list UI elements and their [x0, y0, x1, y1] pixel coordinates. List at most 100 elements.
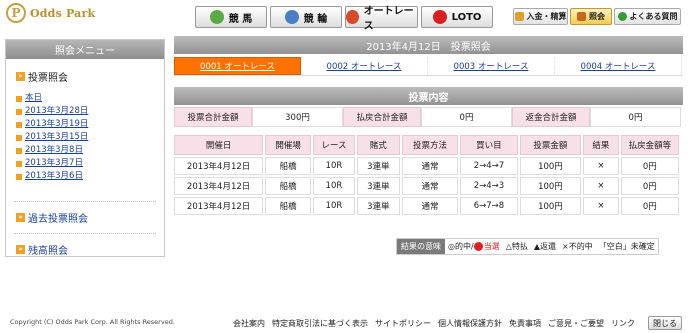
table-cell: 船橋 — [265, 197, 312, 215]
refund-total-value: 0円 — [590, 107, 681, 127]
sidebar-date-item[interactable]: 2013年3月28日 — [16, 105, 164, 118]
table-cell: 2013年4月12日 — [174, 177, 264, 195]
table-header-row: 開催日 開催場 レース 賭式 投票方法 買い目 投票金額 結果 払戻金額等 — [174, 135, 679, 155]
table-cell: 2→4→7 — [460, 157, 518, 175]
legend-special: △特払 — [505, 242, 528, 251]
footer-link-site-policy[interactable]: サイトポリシー — [375, 318, 431, 329]
column-header: 投票金額 — [519, 135, 582, 155]
tab-0002[interactable]: 0002 オートレース — [301, 57, 428, 75]
table-cell: 6→7→8 — [460, 197, 518, 215]
table-cell: 船橋 — [265, 157, 312, 175]
balance-inquiry-link[interactable]: » 残高照会 — [16, 242, 164, 257]
horse-icon — [209, 10, 224, 24]
column-header: 賭式 — [356, 135, 400, 155]
tab-0004[interactable]: 0004 オートレース — [555, 57, 682, 75]
arrow-right-icon: » — [16, 72, 25, 81]
legend-refund: ▲返還 — [533, 242, 556, 251]
table-cell: 通常 — [401, 197, 459, 215]
bullet-icon — [16, 95, 22, 102]
result-legend: 結果の意味 ◎的中/ 当選 △特払 ▲返還 ×不的中 「空白」未確定 — [396, 238, 659, 255]
wallet-icon — [514, 12, 524, 21]
refund-total-label: 返金合計金額 — [512, 107, 590, 127]
table-cell: × — [583, 177, 619, 195]
footer-link-feedback[interactable]: ご意見・ご要望 — [548, 318, 604, 329]
deposit-button[interactable]: 入金・精算 — [513, 8, 568, 25]
bet-total-value: 300円 — [252, 107, 343, 127]
nav-autorace-button[interactable]: オートレース — [345, 6, 418, 32]
table-cell: 0円 — [620, 197, 679, 215]
column-header: レース — [313, 135, 355, 155]
divider — [14, 233, 156, 234]
table-cell: 船橋 — [265, 177, 312, 195]
footer-link-privacy[interactable]: 個人情報保護方針 — [438, 318, 502, 329]
table-row: 2013年4月12日 船橋 10R 3連単 通常 2→4→7 100円 × 0円 — [174, 157, 679, 175]
summary-row: 投票合計金額 300円 払戻合計金額 0円 返金合計金額 0円 — [174, 107, 683, 127]
sidebar-section-title: » 投票照会 — [16, 69, 164, 84]
footer-link-company[interactable]: 会社案内 — [233, 318, 265, 329]
table-cell: 100円 — [519, 157, 582, 175]
table-cell: 100円 — [519, 177, 582, 195]
table-cell: 0円 — [620, 177, 679, 195]
main-nav: 競 馬 競 輪 オートレース LOTO — [195, 6, 496, 32]
tab-0001[interactable]: 0001 オートレース — [174, 57, 301, 75]
question-icon — [617, 12, 627, 21]
bullet-icon — [16, 121, 22, 128]
nav-keiba-button[interactable]: 競 馬 — [195, 6, 267, 28]
legend-hit: ◎的中/ 当選 — [448, 242, 500, 251]
nav-keirin-button[interactable]: 競 輪 — [270, 6, 342, 28]
sidebar: 照会メニュー » 投票照会 本日 2013年3月28日 2013年3月19日 2… — [5, 39, 165, 257]
arrow-right-icon: » — [16, 245, 25, 254]
column-header: 払戻金額等 — [620, 135, 679, 155]
table-cell: 3連単 — [356, 157, 400, 175]
close-button[interactable]: 閉じる — [648, 316, 682, 330]
footer-link-links[interactable]: リンク — [611, 318, 635, 329]
section-title: 投票内容 — [174, 87, 683, 105]
footer-link-legal[interactable]: 特定商取引法に基づく表示 — [272, 318, 368, 329]
table-cell: 0円 — [620, 157, 679, 175]
table-cell: × — [583, 197, 619, 215]
sidebar-date-item[interactable]: 2013年3月6日 — [16, 170, 164, 183]
sidebar-title: 照会メニュー — [6, 40, 164, 59]
past-inquiry-link[interactable]: » 過去投票照会 — [16, 210, 164, 225]
table-cell: 通常 — [401, 157, 459, 175]
table-cell: 10R — [313, 197, 355, 215]
bets-table: 開催日 開催場 レース 賭式 投票方法 買い目 投票金額 結果 払戻金額等 20… — [172, 133, 681, 217]
footer-link-disclaimer[interactable]: 免責事項 — [509, 318, 541, 329]
bicycle-icon — [284, 10, 299, 24]
payout-total-value: 0円 — [421, 107, 512, 127]
table-cell: 3連単 — [356, 177, 400, 195]
column-header: 開催場 — [265, 135, 312, 155]
table-cell: 100円 — [519, 197, 582, 215]
tab-0003[interactable]: 0003 オートレース — [428, 57, 555, 75]
table-cell: 2→4→3 — [460, 177, 518, 195]
table-cell: 3連単 — [356, 197, 400, 215]
sidebar-date-item[interactable]: 2013年3月19日 — [16, 118, 164, 131]
faq-button[interactable]: よくある質問 — [614, 8, 681, 25]
bullet-icon — [16, 160, 22, 167]
inquiry-button[interactable]: 照会 — [570, 8, 612, 25]
oddspark-logo[interactable]: P Odds Park — [6, 3, 95, 23]
sidebar-date-item[interactable]: 2013年3月8日 — [16, 144, 164, 157]
logo-mark-icon: P — [6, 3, 26, 23]
document-icon — [577, 12, 586, 21]
util-nav: 入金・精算 照会 よくある質問 — [513, 8, 683, 25]
loto-icon — [432, 10, 447, 24]
nav-loto-button[interactable]: LOTO — [421, 6, 493, 28]
table-cell: × — [583, 157, 619, 175]
table-row: 2013年4月12日 船橋 10R 3連単 通常 6→7→8 100円 × 0円 — [174, 197, 679, 215]
bullet-icon — [16, 108, 22, 115]
main-content: 2013年4月12日 投票照会 0001 オートレース 0002 オートレース … — [174, 36, 683, 217]
payout-total-label: 払戻合計金額 — [343, 107, 421, 127]
sidebar-date-item[interactable]: 2013年3月15日 — [16, 131, 164, 144]
table-cell: 10R — [313, 157, 355, 175]
divider — [14, 201, 156, 202]
column-header: 投票方法 — [401, 135, 459, 155]
legend-label: 結果の意味 — [397, 239, 445, 254]
copyright: Copyright (C) Odds Park Corp. All Rights… — [10, 318, 175, 326]
sidebar-date-item[interactable]: 2013年3月7日 — [16, 157, 164, 170]
bet-total-label: 投票合計金額 — [174, 107, 252, 127]
motorcycle-icon — [346, 10, 359, 24]
sidebar-date-item[interactable]: 本日 — [16, 92, 164, 105]
footer-links: 会社案内 特定商取引法に基づく表示 サイトポリシー 個人情報保護方針 免責事項 … — [233, 318, 642, 329]
table-row: 2013年4月12日 船橋 10R 3連単 通常 2→4→3 100円 × 0円 — [174, 177, 679, 195]
